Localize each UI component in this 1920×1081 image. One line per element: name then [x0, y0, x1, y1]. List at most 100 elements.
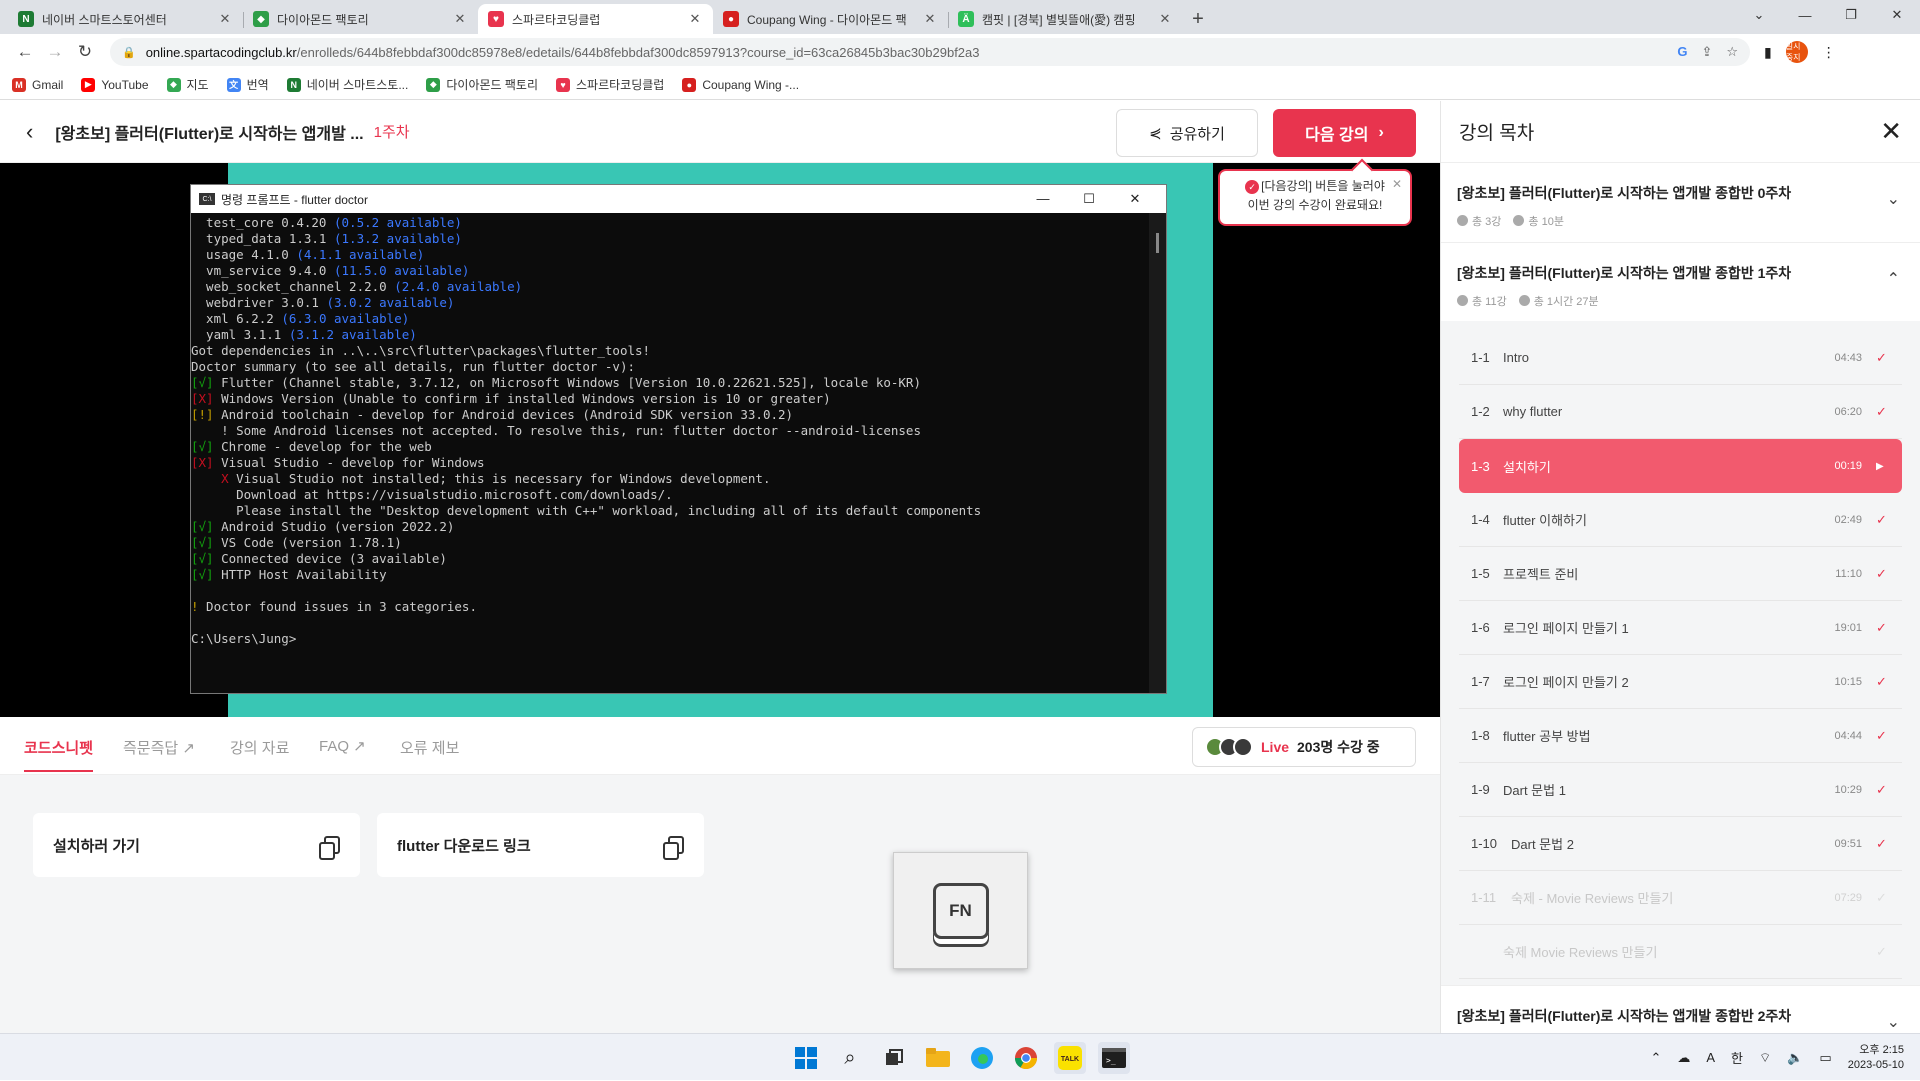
tab-favicon-icon: Ä — [958, 11, 974, 27]
file-explorer-icon[interactable] — [922, 1042, 954, 1074]
tab-close-icon[interactable]: ✕ — [687, 11, 703, 27]
bookmark-item[interactable]: ▶ YouTube — [81, 77, 149, 92]
bookmark-item[interactable]: 文 번역 — [226, 76, 269, 93]
snippet-card[interactable]: 설치하러 가기 — [33, 813, 360, 877]
bookmark-item[interactable]: ◆ 다이아몬드 팩토리 — [426, 76, 538, 93]
tooltip-close-icon[interactable]: ✕ — [1392, 175, 1402, 194]
total-time: 총 1시간 27분 — [1533, 296, 1599, 308]
check-icon: ✓ — [1876, 565, 1887, 581]
lesson-item[interactable]: 1-6 로그인 페이지 만들기 1 19:01 ✓ — [1459, 601, 1902, 655]
profile-avatar[interactable]: 일시중지 — [1785, 41, 1808, 63]
copy-icon[interactable] — [663, 836, 684, 860]
menu-icon[interactable]: ⋮ — [1822, 44, 1836, 61]
reload-icon[interactable]: ↻ — [70, 37, 100, 67]
snippet-card[interactable]: flutter 다운로드 링크 — [377, 813, 704, 877]
check-icon: ✓ — [1876, 673, 1887, 689]
tab-close-icon[interactable]: ✕ — [217, 11, 233, 27]
lesson-item[interactable]: 1-4 flutter 이해하기 02:49 ✓ — [1459, 493, 1902, 547]
new-tab-button[interactable]: + — [1183, 4, 1213, 34]
lesson-duration: 09:51 — [1834, 837, 1862, 850]
cmd-minimize-button[interactable]: — — [1020, 191, 1066, 207]
ime-mode[interactable]: 한 — [1731, 1048, 1743, 1067]
cmd-maximize-button[interactable]: ☐ — [1066, 191, 1112, 207]
minimize-button[interactable]: — — [1782, 0, 1828, 30]
tab-materials[interactable]: 강의 자료 — [230, 737, 289, 758]
share-button[interactable]: ⋞ 공유하기 — [1116, 109, 1258, 157]
lesson-item[interactable]: 1-2 why flutter 06:20 ✓ — [1459, 385, 1902, 439]
chrome-icon[interactable] — [1010, 1042, 1042, 1074]
browser-tab[interactable]: Ä 캠핏 | [경북] 별빛뜰애(愛) 캠핑 ✕ — [948, 4, 1183, 34]
lesson-title: 숙제 Movie Reviews 만들기 — [1503, 945, 1658, 960]
terminal-segment: (4.1.1 available) — [296, 247, 425, 262]
search-icon[interactable]: ⌕ — [834, 1042, 866, 1074]
google-icon[interactable]: G — [1677, 44, 1687, 60]
lesson-item[interactable]: 1-1 Intro 04:43 ✓ — [1459, 331, 1902, 385]
cloud-icon[interactable]: ☁ — [1677, 1050, 1690, 1066]
task-view-icon[interactable] — [878, 1042, 910, 1074]
clock[interactable]: 오후 2:15 2023-05-10 — [1848, 1043, 1904, 1073]
lesson-item[interactable]: 1-7 로그인 페이지 만들기 2 10:15 ✓ — [1459, 655, 1902, 709]
edge-icon[interactable] — [966, 1042, 998, 1074]
terminal-segment: [√] — [191, 567, 214, 582]
side-panel-icon[interactable]: ▮ — [1764, 44, 1772, 61]
tab-close-icon[interactable]: ✕ — [922, 11, 938, 27]
lesson-item[interactable]: 1-3 설치하기 00:19 ▶ — [1459, 439, 1902, 493]
week-1-section[interactable]: [왕초보] 플러터(Flutter)로 시작하는 앱개발 종합반 1주차 총 1… — [1441, 243, 1920, 321]
bookmark-item[interactable]: M Gmail — [12, 77, 63, 92]
restore-button[interactable]: ❐ — [1828, 0, 1874, 30]
lesson-item[interactable]: 1-11 숙제 - Movie Reviews 만들기 07:29 ✓ — [1459, 871, 1902, 925]
lesson-item[interactable]: 1-9 Dart 문법 1 10:29 ✓ — [1459, 763, 1902, 817]
browser-tab[interactable]: N 네이버 스마트스토어센터 ✕ — [8, 4, 243, 34]
week-2-section[interactable]: [왕초보] 플러터(Flutter)로 시작하는 앱개발 종합반 2주차 ⌄ — [1441, 985, 1920, 1033]
kakaotalk-icon[interactable]: TALK — [1054, 1042, 1086, 1074]
tab-close-icon[interactable]: ✕ — [452, 11, 468, 27]
tab-close-icon[interactable]: ✕ — [1157, 11, 1173, 27]
tab-qna[interactable]: 즉문즉답 ↗ — [123, 737, 195, 758]
lesson-item[interactable]: 1-10 Dart 문법 2 09:51 ✓ — [1459, 817, 1902, 871]
bookmark-item[interactable]: N 네이버 스마트스토... — [286, 76, 408, 93]
bookmark-star-icon[interactable]: ☆ — [1726, 44, 1738, 60]
chevron-down-icon[interactable]: ⌄ — [1887, 1012, 1900, 1032]
chevron-up-icon[interactable]: ⌃ — [1887, 269, 1900, 289]
windows-start-icon[interactable] — [790, 1042, 822, 1074]
bookmark-item[interactable]: ● Coupang Wing -... — [682, 77, 799, 92]
cmd-scrollbar[interactable] — [1149, 213, 1166, 693]
browser-tab[interactable]: ♥ 스파르타코딩클럽 ✕ — [478, 4, 713, 34]
chevron-up-icon[interactable]: ⌃ — [1650, 1050, 1661, 1066]
terminal-segment: test_core 0.4.20 — [191, 215, 334, 230]
bookmark-item[interactable]: ♥ 스파르타코딩클럽 — [556, 76, 664, 93]
cmd-close-button[interactable]: ✕ — [1112, 191, 1158, 207]
browser-tab[interactable]: ● Coupang Wing - 다이아몬드 팩 ✕ — [713, 4, 948, 34]
tab-search-icon[interactable]: ⌄ — [1736, 0, 1782, 30]
share-icon[interactable]: ⇪ — [1701, 44, 1712, 60]
terminal-line: Doctor summary (to see all details, run … — [191, 359, 1166, 375]
lecture-header: ‹ [왕초보] 플러터(Flutter)로 시작하는 앱개발 ... 1주차 ⋞… — [0, 101, 1440, 163]
browser-tab[interactable]: ◆ 다이아몬드 팩토리 ✕ — [243, 4, 478, 34]
svg-text:TALK: TALK — [1061, 1056, 1079, 1063]
lesson-duration: 04:44 — [1834, 729, 1862, 742]
battery-icon[interactable]: ▭ — [1819, 1050, 1831, 1066]
forward-arrow-icon[interactable]: → — [40, 37, 70, 67]
terminal-icon[interactable]: >_ — [1098, 1042, 1130, 1074]
input-language[interactable]: A — [1706, 1050, 1715, 1065]
tab-report-error[interactable]: 오류 제보 — [400, 737, 459, 758]
chevron-down-icon[interactable]: ⌄ — [1887, 189, 1900, 209]
next-lecture-button[interactable]: 다음 강의 › — [1273, 109, 1416, 157]
tab-faq[interactable]: FAQ ↗ — [319, 737, 366, 755]
tab-code-snippet[interactable]: 코드스니펫 — [24, 737, 94, 772]
bookmark-icon: ◆ — [166, 77, 181, 92]
copy-icon[interactable] — [319, 836, 340, 860]
back-chevron-icon[interactable]: ‹ — [26, 119, 33, 145]
address-bar[interactable]: 🔒 online.spartacodingclub.kr/enrolleds/6… — [110, 38, 1750, 66]
tab-title: 네이버 스마트스토어센터 — [42, 12, 167, 27]
volume-icon[interactable]: 🔈 — [1787, 1050, 1803, 1066]
lesson-item[interactable]: 1-5 프로젝트 준비 11:10 ✓ — [1459, 547, 1902, 601]
wifi-icon[interactable]: ⌔ — [1759, 1050, 1771, 1066]
close-icon[interactable]: ✕ — [1880, 116, 1902, 147]
close-window-button[interactable]: ✕ — [1874, 0, 1920, 30]
back-arrow-icon[interactable]: ← — [10, 37, 40, 67]
lesson-item[interactable]: 숙제 Movie Reviews 만들기 ✓ — [1459, 925, 1902, 979]
lesson-item[interactable]: 1-8 flutter 공부 방법 04:44 ✓ — [1459, 709, 1902, 763]
week-0-section[interactable]: [왕초보] 플러터(Flutter)로 시작하는 앱개발 종합반 0주차 총 3… — [1441, 163, 1920, 243]
bookmark-item[interactable]: ◆ 지도 — [166, 76, 209, 93]
